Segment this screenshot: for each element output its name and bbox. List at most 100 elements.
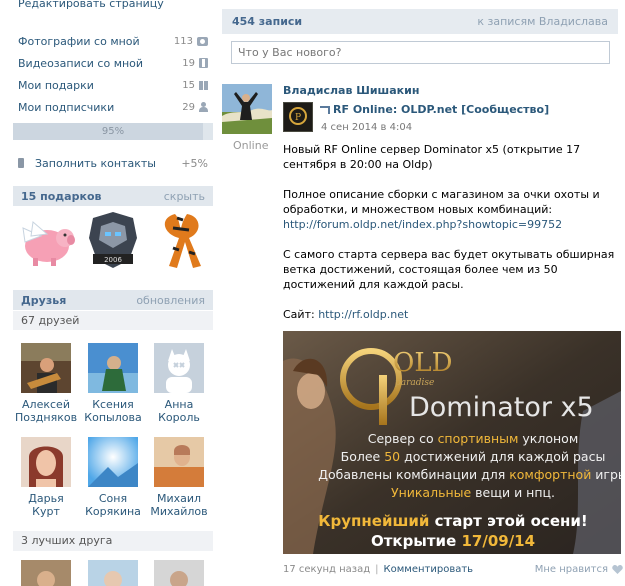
post-time-ago[interactable]: 17 секунд назад xyxy=(283,564,370,575)
banner-line-5: Крупнейший старт этой осени! xyxy=(318,512,587,530)
edit-page-link[interactable]: Редактировать страницу xyxy=(18,0,164,10)
like-label: Мне нравится xyxy=(534,563,608,575)
gifts-hide-link[interactable]: скрыть xyxy=(164,190,205,203)
friend-last-name[interactable]: Поздняков xyxy=(13,411,79,424)
media-item-followers[interactable]: Мои подписчики 29 xyxy=(18,96,208,118)
gifts-list: 2006 xyxy=(13,208,213,278)
media-item-photos[interactable]: Фотографии со мной 113 xyxy=(18,30,208,52)
wall-post-count[interactable]: 454 записи xyxy=(232,15,477,28)
friends-header: Друзья обновления xyxy=(13,290,213,310)
avatar[interactable] xyxy=(154,343,204,393)
friend-first-name[interactable]: Алексей xyxy=(13,398,79,411)
fill-contacts-label: Заполнить контакты xyxy=(35,156,156,170)
avatar[interactable] xyxy=(154,560,204,586)
camera-icon xyxy=(197,36,208,46)
media-item-label: Фотографии со мной xyxy=(18,34,140,48)
friends-updates-link[interactable]: обновления xyxy=(136,294,205,307)
fill-contacts-link[interactable]: Заполнить контакты +5% xyxy=(18,155,208,171)
media-item-label: Мои подписчики xyxy=(18,100,115,114)
repost-group-link[interactable]: RF Online: OLDP.net [Сообщество] xyxy=(333,103,549,116)
friend-first-name[interactable]: Анна xyxy=(146,398,212,411)
wall-header: 454 записи к записям Владислава xyxy=(222,9,618,34)
post-footer: 17 секунд назад | Комментировать Мне нра… xyxy=(283,562,623,576)
avatar[interactable] xyxy=(154,437,204,487)
progress-text: 95% xyxy=(101,126,125,137)
post-author-link[interactable]: Владислав Шишакин xyxy=(283,84,419,97)
wall-column: 454 записи к записям Владислава Online В… xyxy=(222,0,625,586)
to-author-posts-link[interactable]: к записям Владислава xyxy=(477,15,608,28)
avatar[interactable] xyxy=(88,437,138,487)
avatar[interactable] xyxy=(88,343,138,393)
media-item-count: 15 xyxy=(182,79,195,91)
friend-card[interactable]: Ксения Копылова xyxy=(80,343,146,424)
best-friends-count[interactable]: 3 лучших друга xyxy=(13,531,213,551)
online-status: Online xyxy=(233,139,269,152)
gift-transformer-image[interactable]: 2006 xyxy=(81,208,145,272)
comment-link[interactable]: Комментировать xyxy=(384,564,474,575)
friend-last-name[interactable]: Копылова xyxy=(80,411,146,424)
group-avatar[interactable]: P xyxy=(283,102,313,132)
like-button[interactable]: Мне нравится xyxy=(535,564,623,575)
banner-line-2: Более 50 достижений для каждой расы xyxy=(341,449,606,464)
friend-first-name[interactable]: Михаил xyxy=(146,492,212,505)
fill-contacts-bonus: +5% xyxy=(181,156,208,170)
friend-card[interactable]: Анна Король xyxy=(146,343,212,424)
best-friends-row xyxy=(13,560,213,586)
friend-first-name[interactable]: Дарья xyxy=(13,492,79,505)
friend-last-name[interactable]: Курт xyxy=(13,505,79,518)
media-item-gifts[interactable]: Мои подарки 15 xyxy=(18,74,208,96)
media-item-label: Видеозаписи со мной xyxy=(18,56,144,70)
media-list: Фотографии со мной 113 Видеозаписи со мн… xyxy=(18,30,208,118)
post-paragraph-2-text: Полное описание сборки с магазином за оч… xyxy=(283,188,600,216)
banner-line-3: Добавлены комбинации для комфортной игры xyxy=(318,467,621,482)
profile-progress-bar: 95% xyxy=(13,123,213,140)
friend-last-name[interactable]: Король xyxy=(146,411,212,424)
gift-icon xyxy=(199,80,208,90)
friend-card[interactable]: Михаил Михайлов xyxy=(146,437,212,518)
post-date[interactable]: 4 сен 2014 в 4:04 xyxy=(321,122,412,133)
site-link[interactable]: http://rf.oldp.net xyxy=(318,308,408,321)
repost-icon xyxy=(320,106,330,114)
svg-text:2006: 2006 xyxy=(104,256,122,264)
friend-first-name[interactable]: Ксения xyxy=(80,398,146,411)
post-site-line: Сайт: http://rf.oldp.net xyxy=(283,307,623,322)
forum-link[interactable]: http://forum.oldp.net/index.php?showtopi… xyxy=(283,218,562,231)
banner-line-6: Открытие 17/09/14 xyxy=(371,532,535,550)
author-avatar[interactable] xyxy=(222,84,272,134)
post-text: Новый RF Online сервер Dominator x5 (отк… xyxy=(283,142,623,337)
gift-pig-image[interactable] xyxy=(13,208,77,272)
friend-first-name[interactable]: Соня xyxy=(80,492,146,505)
media-item-videos[interactable]: Видеозаписи со мной 19 xyxy=(18,52,208,74)
friend-card[interactable]: Соня Корякина xyxy=(80,437,146,518)
post-paragraph-1: Новый RF Online сервер Dominator x5 (отк… xyxy=(283,143,581,171)
gifts-title[interactable]: 15 подарков xyxy=(21,190,164,203)
gift-ribbon-image[interactable] xyxy=(149,208,213,272)
media-item-count: 19 xyxy=(182,57,195,69)
svg-text:P: P xyxy=(295,113,301,123)
post-paragraph-3: С самого старта сервера вас будет окутыв… xyxy=(283,248,615,291)
person-icon xyxy=(199,102,208,112)
site-label: Сайт: xyxy=(283,308,319,321)
friend-last-name[interactable]: Корякина xyxy=(80,505,146,518)
gifts-header: 15 подарков скрыть xyxy=(13,186,213,206)
post-banner-image[interactable]: OLD paradise Dominator x5 Сервер со спор… xyxy=(283,331,621,554)
friend-card[interactable]: Алексей Поздняков xyxy=(13,343,79,424)
heart-icon xyxy=(612,564,623,574)
footer-separator: | xyxy=(375,563,379,575)
new-post-input[interactable] xyxy=(231,41,610,64)
media-item-label: Мои подарки xyxy=(18,78,94,92)
film-icon xyxy=(199,58,208,68)
avatar[interactable] xyxy=(88,560,138,586)
friend-last-name[interactable]: Михайлов xyxy=(146,505,212,518)
friends-count[interactable]: 67 друзей xyxy=(13,311,213,330)
friends-title[interactable]: Друзья xyxy=(21,294,136,307)
phone-icon xyxy=(18,158,24,168)
banner-line-4: Уникальные вещи и нпц. xyxy=(391,485,555,500)
media-item-count: 29 xyxy=(182,101,195,113)
avatar[interactable] xyxy=(21,560,71,586)
banner-logo-sub: paradise xyxy=(395,378,434,388)
friend-card[interactable]: Дарья Курт xyxy=(13,437,79,518)
avatar[interactable] xyxy=(21,437,71,487)
avatar[interactable] xyxy=(21,343,71,393)
banner-logo-text: OLD xyxy=(393,348,452,378)
